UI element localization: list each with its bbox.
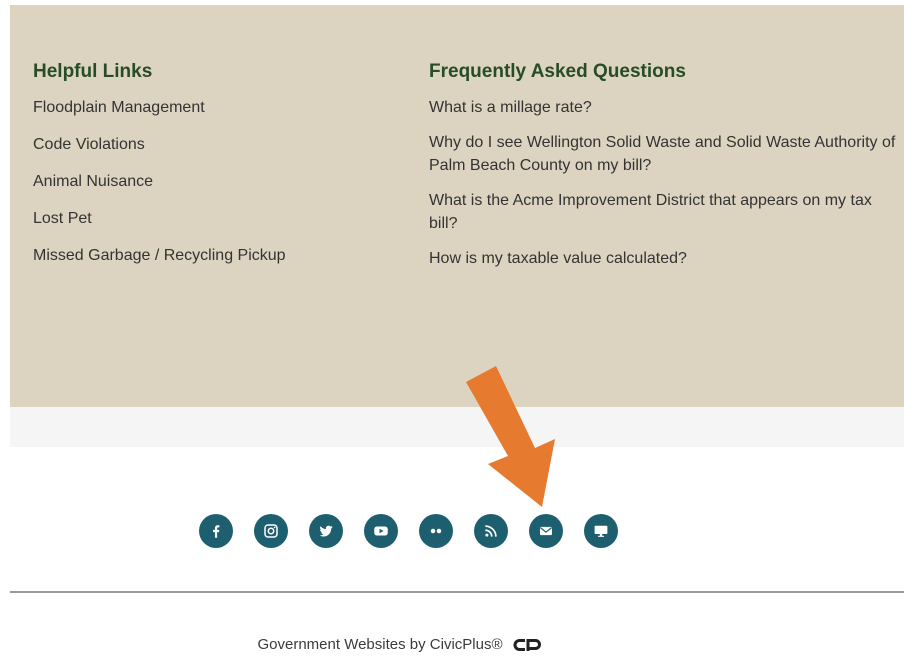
helpful-links-heading: Helpful Links: [33, 61, 153, 82]
helpful-link-missed-garbage[interactable]: Missed Garbage / Recycling Pickup: [33, 244, 373, 267]
helpful-link-lost-pet[interactable]: Lost Pet: [33, 207, 373, 230]
helpful-link-code-violations[interactable]: Code Violations: [33, 133, 373, 156]
monitor-icon[interactable]: [584, 514, 618, 548]
faq-heading: Frequently Asked Questions: [429, 61, 686, 82]
helpful-link-floodplain-management[interactable]: Floodplain Management: [33, 96, 373, 119]
faq-link-solid-waste[interactable]: Why do I see Wellington Solid Waste and …: [429, 131, 899, 177]
footer-credit: Government Websites by CivicPlus®: [0, 636, 800, 653]
helpful-link-animal-nuisance[interactable]: Animal Nuisance: [33, 170, 373, 193]
email-icon[interactable]: [529, 514, 563, 548]
facebook-icon[interactable]: [199, 514, 233, 548]
helpful-links-section: Helpful Links Floodplain Management Code…: [33, 60, 373, 281]
social-icons-row: [199, 514, 618, 548]
civicplus-logo-icon: [513, 638, 541, 651]
flickr-icon[interactable]: [419, 514, 453, 548]
twitter-icon[interactable]: [309, 514, 343, 548]
faq-link-taxable-value[interactable]: How is my taxable value calculated?: [429, 247, 899, 270]
instagram-icon[interactable]: [254, 514, 288, 548]
rss-icon[interactable]: [474, 514, 508, 548]
civicplus-link[interactable]: Government Websites by CivicPlus®: [257, 636, 542, 653]
faq-link-millage-rate[interactable]: What is a millage rate?: [429, 96, 899, 119]
footer-credit-text: Government Websites by CivicPlus®: [257, 636, 503, 653]
faq-link-acme-district[interactable]: What is the Acme Improvement District th…: [429, 189, 899, 235]
faq-section: Frequently Asked Questions What is a mil…: [429, 60, 899, 282]
youtube-icon[interactable]: [364, 514, 398, 548]
footer-divider: [10, 591, 904, 593]
orange-arrow-annotation: [466, 366, 555, 507]
